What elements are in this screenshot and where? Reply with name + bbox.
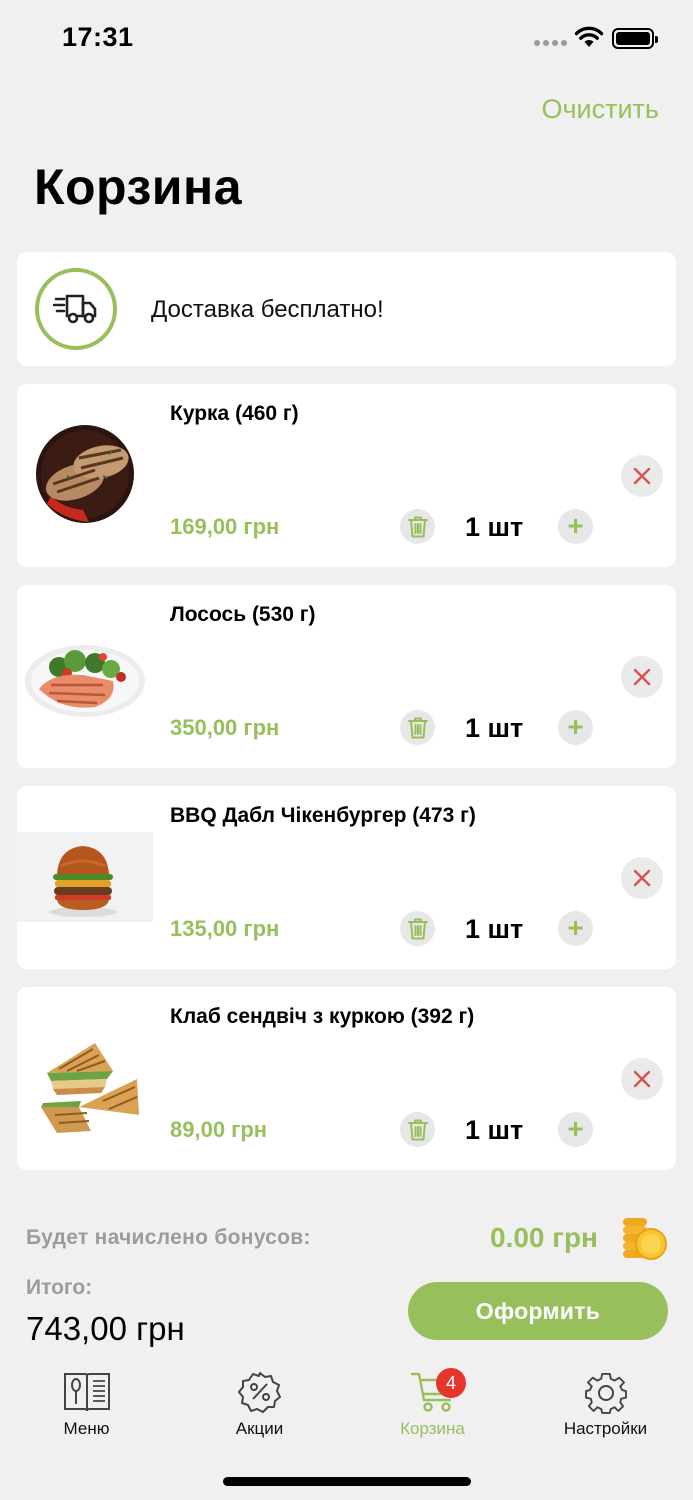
discount-badge-icon xyxy=(238,1372,281,1413)
chicken-dish-image xyxy=(36,425,134,523)
increase-quantity-button[interactable]: + xyxy=(558,710,593,745)
remove-item-button[interactable] xyxy=(621,857,663,899)
tab-label: Меню xyxy=(63,1419,110,1438)
remove-item-button[interactable] xyxy=(621,656,663,698)
home-indicator[interactable] xyxy=(223,1477,471,1486)
increase-quantity-button[interactable]: + xyxy=(558,1112,593,1147)
item-price: 89,00 грн xyxy=(170,1117,268,1142)
decrease-quantity-trash-button[interactable] xyxy=(400,509,435,544)
cart-count-badge: 4 xyxy=(436,1368,466,1398)
wifi-icon xyxy=(574,26,604,47)
decrease-quantity-trash-button[interactable] xyxy=(400,1112,435,1147)
item-name: Клаб сендвіч з куркою (392 г) xyxy=(170,1005,475,1028)
page-title: Корзина xyxy=(34,159,243,215)
tab-label: Корзина xyxy=(400,1419,465,1438)
delivery-banner: Доставка бесплатно! xyxy=(17,252,676,366)
burger-image xyxy=(17,832,153,922)
menu-book-icon xyxy=(64,1373,110,1412)
item-quantity: 1 шт xyxy=(465,512,524,542)
plus-icon: + xyxy=(567,1113,584,1144)
gear-icon xyxy=(585,1372,627,1414)
close-icon xyxy=(633,869,651,887)
total-label: Итого: xyxy=(26,1276,93,1299)
decrease-quantity-trash-button[interactable] xyxy=(400,911,435,946)
tab-menu[interactable]: Меню xyxy=(0,1360,173,1450)
cart-item: Курка (460 г) 169,00 грн 1 шт + xyxy=(17,384,676,567)
salmon-dish-image xyxy=(25,645,145,717)
close-icon xyxy=(633,1070,651,1088)
remove-item-button[interactable] xyxy=(621,1058,663,1100)
increase-quantity-button[interactable]: + xyxy=(558,911,593,946)
clear-cart-button[interactable]: Очистить xyxy=(541,94,659,125)
item-name: Курка (460 г) xyxy=(170,402,299,425)
total-value: 743,00 грн xyxy=(26,1310,185,1347)
tab-label: Настройки xyxy=(563,1419,648,1438)
item-price: 135,00 грн xyxy=(170,916,280,941)
battery-icon xyxy=(612,28,658,49)
item-name: BBQ Дабл Чікенбургер (473 г) xyxy=(170,804,476,827)
checkout-button[interactable]: Оформить xyxy=(408,1282,668,1340)
delivery-truck-icon xyxy=(35,268,117,350)
item-name: Лосось (530 г) xyxy=(170,603,316,626)
delivery-text: Доставка бесплатно! xyxy=(151,296,384,323)
tab-bar: Меню Акции Корзина Настройки xyxy=(0,1360,693,1460)
plus-icon: + xyxy=(567,711,584,742)
cellular-signal-icon xyxy=(534,40,567,48)
item-quantity: 1 шт xyxy=(465,1115,524,1145)
trash-icon xyxy=(408,1119,428,1141)
trash-icon xyxy=(408,717,428,739)
cart-item: BBQ Дабл Чікенбургер (473 г) 135,00 грн … xyxy=(17,786,676,969)
close-icon xyxy=(633,668,651,686)
increase-quantity-button[interactable]: + xyxy=(558,509,593,544)
trash-icon xyxy=(408,918,428,940)
status-time: 17:31 xyxy=(62,22,134,52)
cart-item: Клаб сендвіч з куркою (392 г) 89,00 грн … xyxy=(17,987,676,1170)
plus-icon: + xyxy=(567,510,584,541)
plus-icon: + xyxy=(567,912,584,943)
tab-cart[interactable]: Корзина xyxy=(346,1360,519,1450)
tab-label: Акции xyxy=(235,1419,284,1438)
item-price: 350,00 грн xyxy=(170,715,280,740)
item-quantity: 1 шт xyxy=(465,914,524,944)
club-sandwich-image xyxy=(41,1043,139,1133)
item-price: 169,00 грн xyxy=(170,514,280,539)
decrease-quantity-trash-button[interactable] xyxy=(400,710,435,745)
item-quantity: 1 шт xyxy=(465,713,524,743)
tab-promotions[interactable]: Акции xyxy=(173,1360,346,1450)
tab-settings[interactable]: Настройки xyxy=(519,1360,692,1450)
cart-item: Лосось (530 г) 350,00 грн 1 шт + xyxy=(17,585,676,768)
bonus-value: 0.00 грн xyxy=(490,1222,598,1253)
trash-icon xyxy=(408,516,428,538)
status-bar: 17:31 xyxy=(0,0,693,80)
close-icon xyxy=(633,467,651,485)
coins-icon xyxy=(623,1218,667,1260)
remove-item-button[interactable] xyxy=(621,455,663,497)
bonus-label: Будет начислено бонусов: xyxy=(26,1226,311,1249)
